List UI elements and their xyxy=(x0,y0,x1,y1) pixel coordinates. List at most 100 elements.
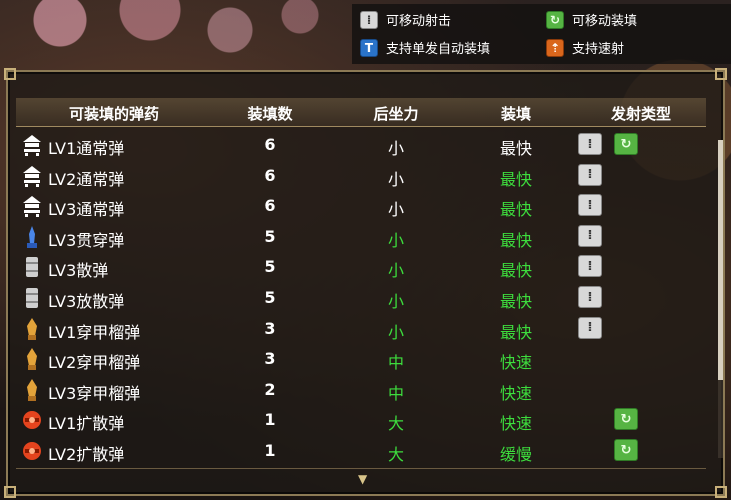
fire-type-badges: ⁞ xyxy=(578,286,602,308)
ammo-reload: 快速 xyxy=(499,353,532,373)
table-row[interactable]: LV2扩散弹 1 大 缓慢 ↻ xyxy=(16,436,706,466)
ammo-capacity: 5 xyxy=(264,257,276,277)
ammo-capacity: 6 xyxy=(264,196,276,216)
column-header-reload: 装填 xyxy=(500,105,531,123)
move-shoot-icon: ⁞ xyxy=(578,194,602,217)
ammo-reload: 最快 xyxy=(499,292,532,311)
legend-move-reload: ↻ 可移动装填 xyxy=(546,10,637,29)
legend-single-auto-reload: T 支持单发自动装填 xyxy=(360,38,490,57)
column-header-recoil: 后坐力 xyxy=(373,105,419,123)
ammo-recoil: 小 xyxy=(387,292,404,311)
table-row[interactable]: LV2通常弹 6 小 最快 ⁞ xyxy=(16,161,706,191)
spread-ammo-icon xyxy=(22,287,42,309)
legend: ⁞ 可移动射击 ↻ 可移动装填 T 支持单发自动装填 ⇡ 支持速射 xyxy=(352,4,731,64)
cluster-ammo-icon xyxy=(22,440,42,462)
ammo-reload: 快速 xyxy=(499,383,532,403)
table-row[interactable]: LV3穿甲榴弹 2 中 快速 xyxy=(16,375,706,405)
column-header-capacity: 装填数 xyxy=(247,105,293,123)
table-row[interactable]: LV1穿甲榴弹 3 小 最快 ⁞ xyxy=(16,314,706,344)
ammo-reload: 缓慢 xyxy=(499,445,532,464)
ammo-recoil: 小 xyxy=(387,322,404,342)
scrollbar-thumb[interactable] xyxy=(718,140,723,380)
column-header-ammo: 可装填的弹药 xyxy=(68,105,159,123)
sticky-ammo-icon xyxy=(22,378,42,401)
ammo-reload: 最快 xyxy=(499,261,532,281)
sticky-ammo-icon xyxy=(22,317,42,340)
ammo-reload: 最快 xyxy=(499,139,532,158)
ammo-name: LV3贯穿弹 xyxy=(48,230,125,250)
normal-ammo-icon xyxy=(22,134,42,156)
ammo-name: LV1通常弹 xyxy=(48,139,125,158)
ammo-capacity: 3 xyxy=(264,318,276,338)
fire-type-badges: ⁞ xyxy=(578,194,602,217)
fire-type-badges: ⁞ xyxy=(578,255,602,278)
move-shoot-icon: ⁞ xyxy=(578,255,602,278)
ammo-reload: 最快 xyxy=(499,200,532,220)
move-reload-icon: ↻ xyxy=(614,133,638,155)
fire-type-badges: ↻ xyxy=(578,439,638,461)
column-header-fire-type: 发射类型 xyxy=(610,105,671,123)
ammo-recoil: 中 xyxy=(387,353,404,373)
ammo-reload: 快速 xyxy=(499,414,532,434)
ammo-name: LV1穿甲榴弹 xyxy=(48,322,141,342)
normal-ammo-icon xyxy=(22,195,42,218)
ammo-name: LV3穿甲榴弹 xyxy=(48,383,141,403)
ammo-name: LV2穿甲榴弹 xyxy=(48,353,141,373)
ammo-name: LV2扩散弹 xyxy=(48,445,125,464)
move-shoot-icon: ⁞ xyxy=(578,163,602,186)
ammo-recoil: 小 xyxy=(387,261,404,281)
ammo-capacity: 6 xyxy=(264,165,276,185)
legend-rapid-fire: ⇡ 支持速射 xyxy=(546,38,624,57)
table-row[interactable]: LV3通常弹 6 小 最快 ⁞ xyxy=(16,191,706,221)
table-row[interactable]: LV1扩散弹 1 大 快速 ↻ xyxy=(16,405,706,435)
ammo-name: LV3放散弹 xyxy=(48,292,125,311)
ammo-reload: 最快 xyxy=(499,230,532,250)
ammo-recoil: 小 xyxy=(387,169,404,189)
ammo-capacity: 3 xyxy=(264,349,276,369)
ammo-capacity: 5 xyxy=(264,288,276,307)
panel-corner xyxy=(715,486,727,498)
move-shoot-icon: ⁞ xyxy=(360,10,378,29)
ammo-capacity: 2 xyxy=(264,379,276,399)
fire-type-badges: ⁞ ↻ xyxy=(578,133,638,155)
rapid-fire-icon: ⇡ xyxy=(546,38,564,57)
legend-single-auto-reload-label: 支持单发自动装填 xyxy=(386,42,491,57)
panel-corner xyxy=(715,68,727,80)
move-shoot-icon: ⁞ xyxy=(578,316,602,339)
ammo-name: LV1扩散弹 xyxy=(48,414,125,434)
table-row[interactable]: LV3放散弹 5 小 最快 ⁞ xyxy=(16,283,706,313)
ammo-recoil: 小 xyxy=(387,200,404,220)
move-shoot-icon: ⁞ xyxy=(578,133,602,155)
single-auto-reload-icon: T xyxy=(360,38,378,57)
legend-rapid-fire-label: 支持速射 xyxy=(572,42,625,57)
ammo-recoil: 小 xyxy=(387,139,404,158)
legend-move-shoot-label: 可移动射击 xyxy=(386,14,452,29)
ammo-name: LV3散弹 xyxy=(48,261,109,281)
pierce-ammo-icon xyxy=(22,225,42,248)
ammo-name: LV3通常弹 xyxy=(48,200,125,220)
cluster-ammo-icon xyxy=(22,409,42,431)
move-reload-icon: ↻ xyxy=(546,10,564,29)
ammo-capacity: 1 xyxy=(264,441,276,460)
normal-ammo-icon xyxy=(22,165,42,187)
ammo-recoil: 中 xyxy=(387,383,404,403)
table-row[interactable]: LV1通常弹 6 小最快 ⁞ ↻ xyxy=(16,130,706,160)
table-header: 可装填的弹药 装填数 后坐力 装填 发射类型 xyxy=(16,98,706,127)
ammo-reload: 最快 xyxy=(499,169,532,189)
ammo-capacity: 1 xyxy=(264,410,276,430)
scroll-down-icon[interactable]: ▼ xyxy=(358,472,367,486)
table-row[interactable]: LV3散弹 5 小 最快 ⁞ xyxy=(16,252,706,282)
divider xyxy=(16,468,706,469)
legend-move-shoot: ⁞ 可移动射击 xyxy=(360,10,451,29)
move-shoot-icon: ⁞ xyxy=(578,224,602,247)
fire-type-badges: ⁞ xyxy=(578,163,602,186)
ammo-capacity: 5 xyxy=(264,226,276,246)
panel-corner xyxy=(4,68,16,80)
sticky-ammo-icon xyxy=(22,348,42,371)
ammo-name: LV2通常弹 xyxy=(48,169,125,189)
move-reload-icon: ↻ xyxy=(614,408,638,431)
ammo-recoil: 小 xyxy=(387,230,404,250)
table-row[interactable]: LV2穿甲榴弹 3 中 快速 xyxy=(16,344,706,374)
table-row[interactable]: LV3贯穿弹 5 小 最快 ⁞ xyxy=(16,222,706,252)
legend-move-reload-label: 可移动装填 xyxy=(572,14,638,29)
